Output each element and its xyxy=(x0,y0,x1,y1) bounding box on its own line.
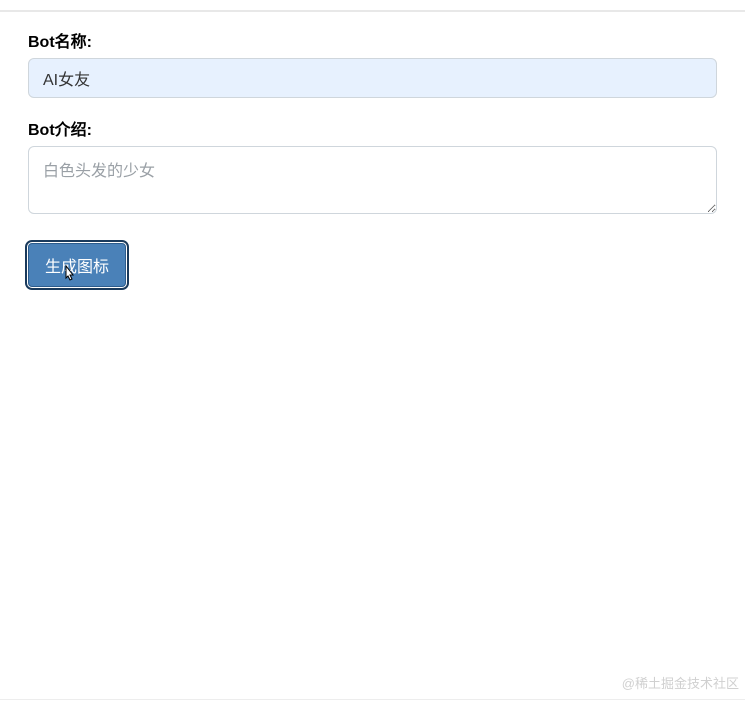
bot-name-field-group: Bot名称: xyxy=(28,28,717,98)
bot-name-input[interactable] xyxy=(28,58,717,98)
bot-intro-textarea[interactable] xyxy=(28,146,717,214)
generate-icon-button[interactable]: 生成图标 xyxy=(28,243,126,287)
bot-intro-field-group: Bot介绍: xyxy=(28,116,717,219)
form-container: Bot名称: Bot介绍: 生成图标 xyxy=(0,12,745,287)
bot-intro-label: Bot介绍: xyxy=(28,116,717,140)
bot-name-label: Bot名称: xyxy=(28,28,717,52)
bottom-divider xyxy=(0,699,745,700)
watermark-text: @稀土掘金技术社区 xyxy=(622,673,739,692)
